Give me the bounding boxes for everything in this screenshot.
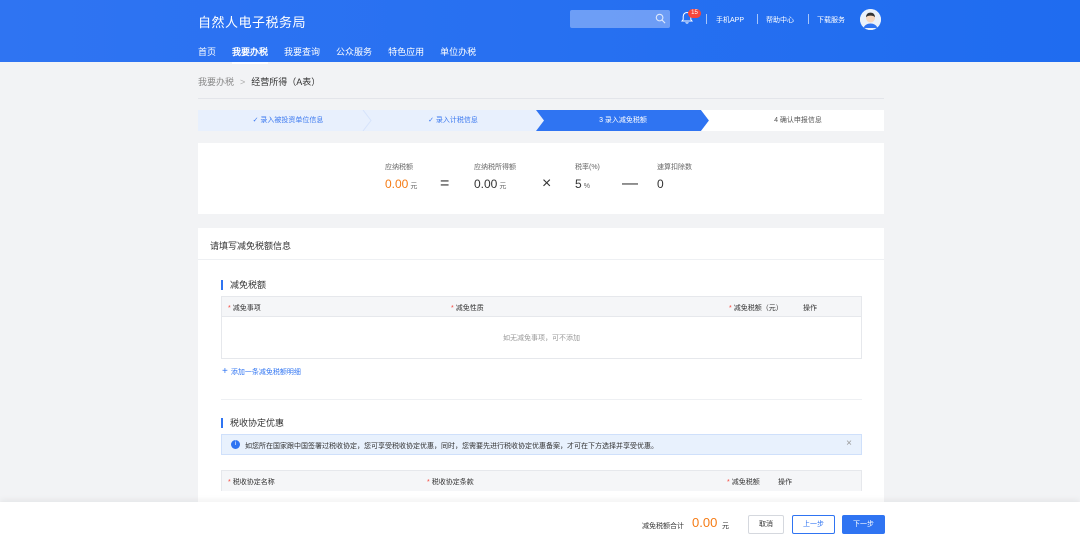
taxable-income-value: 0.00 元 — [474, 177, 507, 191]
step-1: ✓ 录入被投资单位信息 — [252, 117, 324, 124]
step-3: 3 录入减免税额 — [599, 117, 647, 124]
breadcrumb-current: 经营所得（A表） — [251, 77, 321, 87]
nav-home[interactable]: 首页 — [198, 45, 216, 64]
brand-title: 自然人电子税务局 — [198, 15, 307, 30]
quick-deduction-label: 速算扣除数 — [657, 164, 692, 171]
nav-public-service[interactable]: 公众服务 — [336, 45, 372, 64]
column-header: * 减免税额 — [727, 479, 760, 486]
divider — [198, 259, 884, 260]
divider — [808, 14, 809, 24]
equals-sign: = — [440, 175, 450, 192]
tax-rate-value: 5% — [575, 177, 590, 191]
tax-rate-label: 税率(%) — [575, 164, 600, 171]
column-header: 操作 — [778, 479, 792, 486]
step-2: ✓ 录入计税信息 — [428, 117, 478, 124]
empty-text: 如无减免事项，可不添加 — [503, 335, 580, 342]
total-reduction-value: 0.00 — [692, 515, 718, 530]
divider — [706, 14, 707, 24]
nav-unit-tax[interactable]: 单位办税 — [440, 45, 476, 64]
chevron-right-icon: > — [240, 77, 246, 87]
previous-button[interactable]: 上一步 — [792, 515, 835, 534]
search-icon[interactable] — [655, 13, 666, 24]
empty-row: 如无减免事项，可不添加 — [222, 317, 861, 358]
notice-text: 如您所在国家跟中国签署过税收协定，您可享受税收协定优惠，同时，您需要先进行税收协… — [245, 443, 658, 450]
tax-payable-value: 0.00 元 — [385, 177, 418, 191]
next-button[interactable]: 下一步 — [842, 515, 885, 534]
breadcrumb-parent[interactable]: 我要办税 — [198, 77, 234, 87]
quick-deduction-value: 0 — [657, 177, 664, 191]
user-avatar[interactable] — [860, 9, 881, 30]
avatar-icon — [860, 9, 881, 30]
minus-sign: — — [622, 175, 638, 192]
form-title: 请填写减免税额信息 — [210, 241, 292, 251]
nav-special-apps[interactable]: 特色应用 — [388, 45, 424, 64]
top-header: 自然人电子税务局 15 手机APP 帮助中心 下载服务 首页 我要办税 我要查询… — [0, 0, 1080, 64]
step-4: 4 确认申报信息 — [774, 117, 822, 124]
help-center-link[interactable]: 帮助中心 — [766, 15, 794, 25]
footer-bar: 减免税额合计 0.00 元 取消 上一步 下一步 — [0, 502, 1080, 545]
reduction-table: * 减免事项 * 减免性质 * 减免税额（元） 操作 如无减免事项，可不添加 — [221, 296, 862, 359]
reduction-form: 请填写减免税额信息 减免税额 * 减免事项 * 减免性质 * 减免税额（元） 操作 如… — [198, 228, 884, 518]
info-icon: i — [231, 440, 240, 449]
taxable-income-label: 应纳税所得额 — [474, 164, 516, 171]
column-header: * 减免事项 — [228, 305, 261, 312]
treaty-table: * 税收协定名称 * 税收协定条款 * 减免税额 操作 — [221, 470, 862, 491]
nav-query[interactable]: 我要查询 — [284, 45, 320, 64]
table-header: * 减免事项 * 减免性质 * 减免税额（元） 操作 — [222, 297, 861, 317]
total-reduction-label: 减免税额合计 — [642, 523, 684, 530]
breadcrumb: 我要办税 > 经营所得（A表） — [198, 75, 320, 88]
treaty-notice: i 如您所在国家跟中国签署过税收协定，您可享受税收协定优惠，同时，您需要先进行税… — [221, 434, 862, 455]
tax-payable-label: 应纳税额 — [385, 164, 413, 171]
download-service-link[interactable]: 下载服务 — [817, 15, 845, 25]
divider — [198, 98, 884, 99]
step-progress: ✓ 录入被投资单位信息 ✓ 录入计税信息 3 录入减免税额 4 确认申报信息 — [198, 110, 884, 131]
section-title-tax-reduction: 减免税额 — [221, 280, 266, 290]
multiply-sign: × — [542, 175, 552, 192]
close-icon[interactable]: × — [846, 438, 852, 449]
table-header: * 税收协定名称 * 税收协定条款 * 减免税额 操作 — [222, 471, 861, 491]
column-header: * 减免性质 — [451, 305, 484, 312]
divider — [757, 14, 758, 24]
column-header: * 税收协定名称 — [228, 479, 275, 486]
notification-badge: 15 — [688, 9, 701, 18]
divider — [221, 399, 862, 400]
tax-formula-panel: 应纳税额 0.00 元 = 应纳税所得额 0.00 元 × 税率(%) 5% — 速… — [198, 143, 884, 214]
nav-tax-handling[interactable]: 我要办税 — [232, 45, 269, 64]
total-reduction-unit: 元 — [722, 523, 729, 530]
plus-icon: + — [222, 366, 228, 377]
add-reduction-link[interactable]: + 添加一条减免税额明细 — [222, 366, 301, 377]
column-header: * 税收协定条款 — [427, 479, 474, 486]
column-header: * 减免税额（元） — [729, 305, 783, 312]
main-nav: 首页 我要办税 我要查询 公众服务 特色应用 单位办税 — [198, 45, 492, 64]
mobile-app-link[interactable]: 手机APP — [716, 15, 744, 25]
cancel-button[interactable]: 取消 — [748, 515, 784, 534]
check-icon: ✓ — [428, 117, 436, 124]
search-input[interactable] — [570, 10, 670, 28]
column-header: 操作 — [803, 305, 817, 312]
section-title-treaty: 税收协定优惠 — [221, 418, 284, 428]
